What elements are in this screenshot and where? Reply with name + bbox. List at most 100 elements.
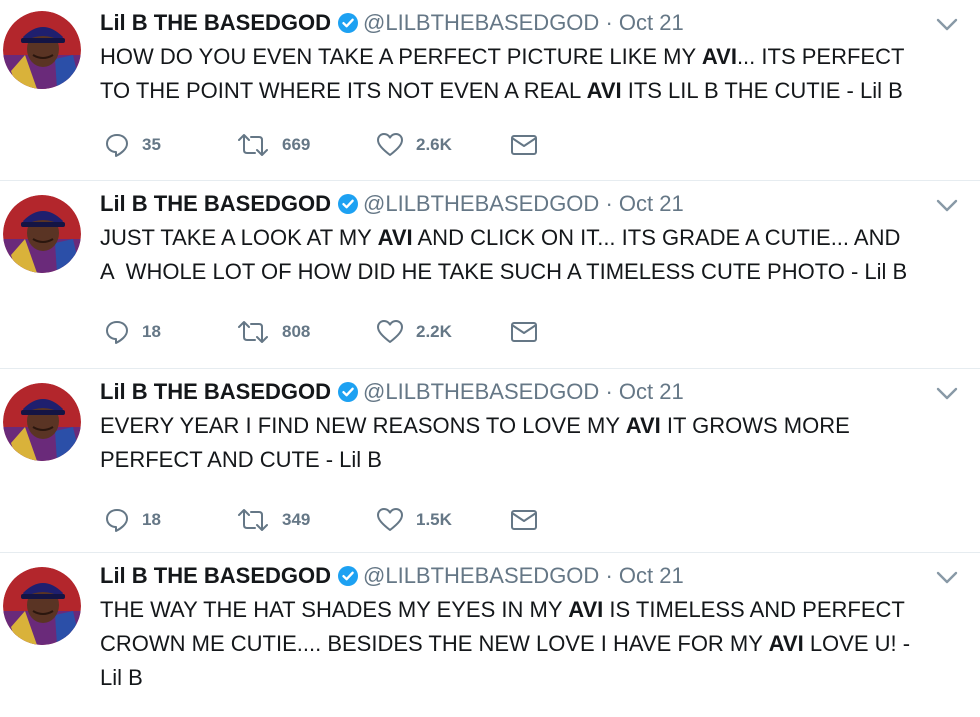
reply-icon	[104, 319, 130, 345]
retweet-count: 808	[282, 322, 311, 341]
tweet-header: Lil B THE BASEDGOD @LILBTHEBASEDGOD · Oct…	[100, 189, 684, 219]
separator-dot: ·	[605, 191, 613, 216]
display-name[interactable]: Lil B THE BASEDGOD	[100, 10, 331, 35]
text-segment: EVERY YEAR I FIND NEW REASONS TO LOVE MY	[100, 413, 626, 438]
verified-badge-icon	[337, 12, 359, 34]
reply-button[interactable]: 18	[104, 317, 161, 347]
reply-count: 18	[142, 510, 161, 529]
reply-icon	[104, 507, 130, 533]
direct-message-button[interactable]	[510, 130, 538, 160]
retweet-icon	[236, 319, 270, 345]
tweet-text: JUST TAKE A LOOK AT MY AVI AND CLICK ON …	[100, 221, 965, 289]
like-button[interactable]: 1.5K	[376, 505, 452, 535]
separator-dot: ·	[605, 563, 613, 588]
text-segment: ITS LIL B THE CUTIE - Lil B	[621, 78, 903, 103]
direct-message-button[interactable]	[510, 317, 538, 347]
retweet-button[interactable]: 669	[236, 130, 310, 160]
tweet[interactable]: Lil B THE BASEDGOD @LILBTHEBASEDGOD · Oct…	[0, 181, 980, 369]
text-segment: PERFECT AND CUTE - Lil B	[100, 447, 382, 472]
text-segment-bold: AVI	[377, 225, 413, 250]
text-segment: TO THE POINT WHERE ITS NOT EVEN A REAL	[100, 78, 587, 103]
tweet-text-line: HOW DO YOU EVEN TAKE A PERFECT PICTURE L…	[100, 40, 965, 74]
separator-dot: ·	[605, 379, 613, 404]
tweet-text-line: CROWN ME CUTIE.... BESIDES THE NEW LOVE …	[100, 627, 965, 661]
avatar[interactable]	[3, 11, 81, 89]
text-segment: LOVE U! -	[803, 631, 911, 656]
direct-message-button[interactable]	[510, 505, 538, 535]
tweet[interactable]: Lil B THE BASEDGOD @LILBTHEBASEDGOD · Oct…	[0, 553, 980, 717]
display-name[interactable]: Lil B THE BASEDGOD	[100, 379, 331, 404]
tweet-date[interactable]: Oct 21	[619, 10, 684, 35]
tweet-text: HOW DO YOU EVEN TAKE A PERFECT PICTURE L…	[100, 40, 965, 108]
user-handle[interactable]: @LILBTHEBASEDGOD	[363, 191, 599, 216]
user-handle[interactable]: @LILBTHEBASEDGOD	[363, 563, 599, 588]
reply-count: 18	[142, 322, 161, 341]
verified-badge-icon	[337, 565, 359, 587]
tweet-text-line: JUST TAKE A LOOK AT MY AVI AND CLICK ON …	[100, 221, 965, 255]
heart-icon	[376, 319, 404, 345]
text-segment: THE WAY THE HAT SHADES MY EYES IN MY	[100, 597, 569, 622]
text-segment-bold: AVI	[568, 597, 604, 622]
retweet-count: 669	[282, 135, 311, 154]
text-segment: CROWN ME CUTIE.... BESIDES THE NEW LOVE …	[100, 631, 769, 656]
user-handle[interactable]: @LILBTHEBASEDGOD	[363, 10, 599, 35]
chevron-down-icon[interactable]	[936, 571, 958, 585]
retweet-button[interactable]: 349	[236, 505, 310, 535]
text-segment: IS TIMELESS AND PERFECT	[603, 597, 905, 622]
tweet-text-line: EVERY YEAR I FIND NEW REASONS TO LOVE MY…	[100, 409, 965, 443]
separator-dot: ·	[605, 10, 613, 35]
tweet-feed: Lil B THE BASEDGOD @LILBTHEBASEDGOD · Oct…	[0, 0, 980, 717]
tweet-header: Lil B THE BASEDGOD @LILBTHEBASEDGOD · Oct…	[100, 8, 684, 38]
retweet-button[interactable]: 808	[236, 317, 310, 347]
retweet-count: 349	[282, 510, 311, 529]
envelope-icon	[510, 133, 538, 157]
avatar[interactable]	[3, 383, 81, 461]
text-segment-bold: AVI	[768, 631, 804, 656]
text-segment-bold: AVI	[701, 44, 737, 69]
text-segment-bold: AVI	[625, 413, 661, 438]
like-count: 2.2K	[416, 322, 452, 341]
text-segment: IT GROWS MORE	[660, 413, 850, 438]
text-segment: ... ITS PERFECT	[736, 44, 905, 69]
envelope-icon	[510, 508, 538, 532]
text-segment: Lil B	[100, 665, 143, 690]
chevron-down-icon[interactable]	[936, 387, 958, 401]
like-button[interactable]: 2.2K	[376, 317, 452, 347]
tweet-date[interactable]: Oct 21	[619, 379, 684, 404]
tweet-date[interactable]: Oct 21	[619, 563, 684, 588]
user-handle[interactable]: @LILBTHEBASEDGOD	[363, 379, 599, 404]
tweet-text-line: A WHOLE LOT OF HOW DID HE TAKE SUCH A TI…	[100, 255, 965, 289]
heart-icon	[376, 507, 404, 533]
avatar[interactable]	[3, 567, 81, 645]
display-name[interactable]: Lil B THE BASEDGOD	[100, 563, 331, 588]
verified-badge-icon	[337, 193, 359, 215]
text-segment: JUST TAKE A LOOK AT MY	[100, 225, 378, 250]
tweet[interactable]: Lil B THE BASEDGOD @LILBTHEBASEDGOD · Oct…	[0, 369, 980, 553]
retweet-icon	[236, 507, 270, 533]
like-count: 1.5K	[416, 510, 452, 529]
reply-button[interactable]: 18	[104, 505, 161, 535]
like-button[interactable]: 2.6K	[376, 130, 452, 160]
text-segment: HOW DO YOU EVEN TAKE A PERFECT PICTURE L…	[100, 44, 702, 69]
reply-button[interactable]: 35	[104, 130, 161, 160]
tweet-date[interactable]: Oct 21	[619, 191, 684, 216]
tweet-text-line: Lil B	[100, 661, 965, 695]
display-name[interactable]: Lil B THE BASEDGOD	[100, 191, 331, 216]
chevron-down-icon[interactable]	[936, 18, 958, 32]
tweet-text-line: THE WAY THE HAT SHADES MY EYES IN MY AVI…	[100, 593, 965, 627]
envelope-icon	[510, 320, 538, 344]
tweet-header: Lil B THE BASEDGOD @LILBTHEBASEDGOD · Oct…	[100, 377, 684, 407]
tweet-text-line: TO THE POINT WHERE ITS NOT EVEN A REAL A…	[100, 74, 965, 108]
text-segment: AND CLICK ON IT... ITS GRADE A CUTIE... …	[412, 225, 901, 250]
avatar[interactable]	[3, 195, 81, 273]
reply-icon	[104, 132, 130, 158]
tweet[interactable]: Lil B THE BASEDGOD @LILBTHEBASEDGOD · Oct…	[0, 0, 980, 181]
text-segment-bold: AVI	[586, 78, 622, 103]
tweet-text-line: PERFECT AND CUTE - Lil B	[100, 443, 965, 477]
tweet-text: THE WAY THE HAT SHADES MY EYES IN MY AVI…	[100, 593, 965, 695]
verified-badge-icon	[337, 381, 359, 403]
retweet-icon	[236, 132, 270, 158]
text-segment: A WHOLE LOT OF HOW DID HE TAKE SUCH A TI…	[100, 259, 908, 284]
like-count: 2.6K	[416, 135, 452, 154]
chevron-down-icon[interactable]	[936, 199, 958, 213]
